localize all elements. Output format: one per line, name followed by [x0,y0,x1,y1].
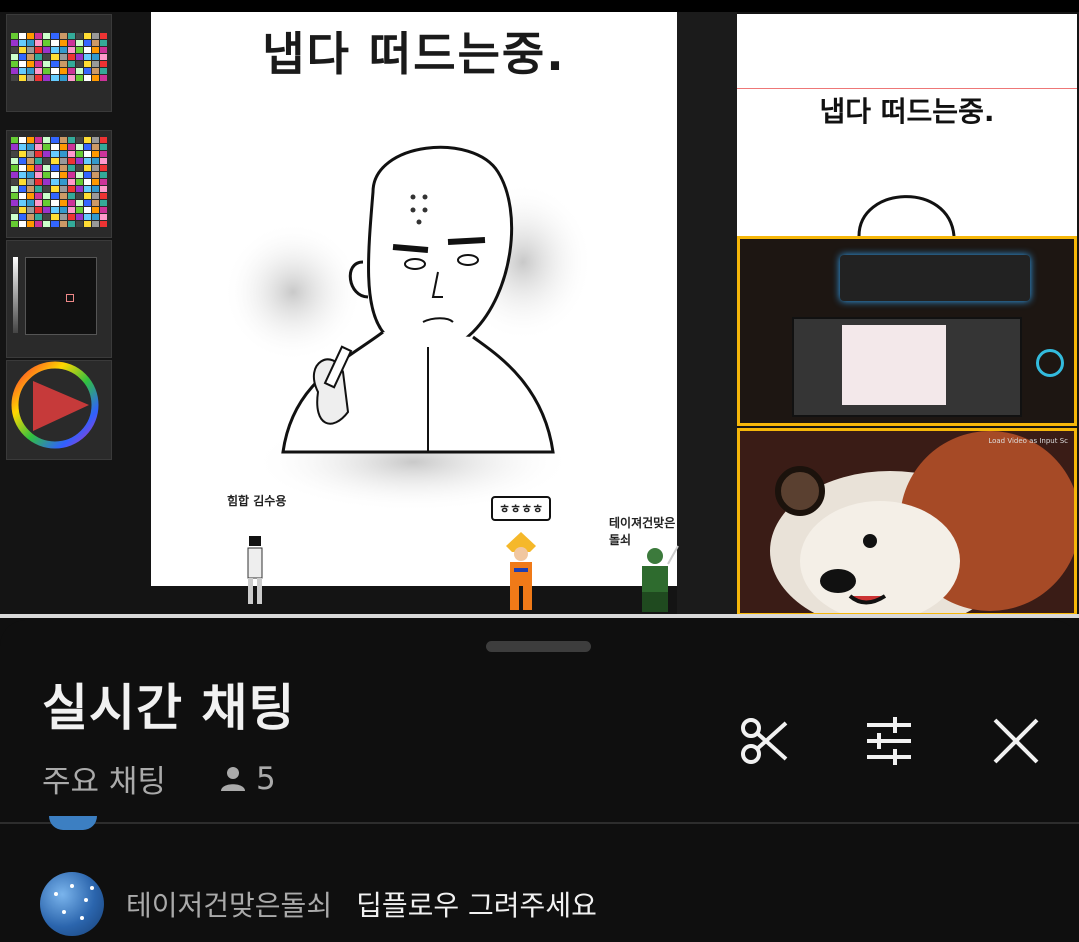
caption-center: ㅎㅎㅎㅎ [491,496,552,521]
color-picker-square [25,257,97,335]
drawing-canvas: 냅다 떠드는중. 힘합 김수용 ㅎㅎㅎㅎ 테이져건맞은돌쇠 [151,12,677,586]
canvas-title: 냅다 떠드는중. [262,27,566,81]
monitor-canvas [842,325,946,405]
preview-head-sketch [857,195,956,236]
color-wheel-icon [11,361,99,449]
keyboard [840,255,1030,301]
monitor [792,317,1022,417]
value-slider [13,257,18,333]
close-icon [993,718,1039,764]
avatar-camera-feed: Load Video as Input Sc [737,428,1077,616]
viewer-count: 5 [218,761,276,797]
color-slider-panel [6,240,112,358]
header-divider [0,822,1079,824]
message-author[interactable]: 테이저건맞은돌쇠 [126,884,332,924]
drag-handle[interactable] [486,641,591,652]
goku-sprite [506,532,536,610]
drawing-app-tool-panels [6,14,112,460]
monk-sketch [223,145,593,512]
ring-light [1036,349,1064,377]
sliders-icon [867,717,911,765]
walking-figure-sprite [247,536,263,604]
overlay-caption: Load Video as Input Sc [988,437,1068,445]
person-icon [220,766,245,791]
chat-mode-selector[interactable]: 주요 채팅 [42,756,166,801]
previous-message-avatar [49,816,97,830]
chat-filter-button[interactable] [860,712,918,770]
chat-message: 테이저건맞은돌쇠 딥플로우 그려주세요 [40,872,597,936]
preview-guide-line [737,88,1077,89]
canvas-divider [677,12,737,618]
color-wheel-panel [6,360,112,460]
author-avatar[interactable] [40,872,104,936]
swatch-panel-top [6,14,112,112]
viewer-count-number: 5 [255,760,276,797]
reference-title: 냅다 떠드는중. [819,95,995,128]
scissors-icon [741,718,788,764]
video-progress-bar[interactable] [0,614,1079,618]
desk-camera-feed [737,236,1077,426]
live-chat-sheet: 실시간 채팅 주요 채팅 5 테이저건맞은돌쇠 딥플로우 그려주세요 [0,620,1079,942]
close-button[interactable] [987,712,1045,770]
chat-mode-row: 주요 채팅 5 [42,756,276,801]
stream-video[interactable]: 냅다 떠드는중. 힘합 김수용 ㅎㅎㅎㅎ 테이져건맞은돌쇠 냅다 떠드는중. L… [0,0,1079,618]
picker-cursor [66,294,74,302]
swatch-panel-middle [6,130,112,238]
swordsman-sprite [642,545,679,612]
video-top-bar [0,0,1079,12]
chat-title: 실시간 채팅 [42,679,296,737]
message-text: 딥플로우 그려주세요 [356,889,597,922]
caption-left: 힘합 김수용 [227,494,287,508]
clip-button[interactable] [735,712,793,770]
caption-right: 테이져건맞은돌쇠 [609,516,676,547]
reference-preview: 냅다 떠드는중. [737,14,1077,236]
red-panda-avatar [740,431,1074,613]
